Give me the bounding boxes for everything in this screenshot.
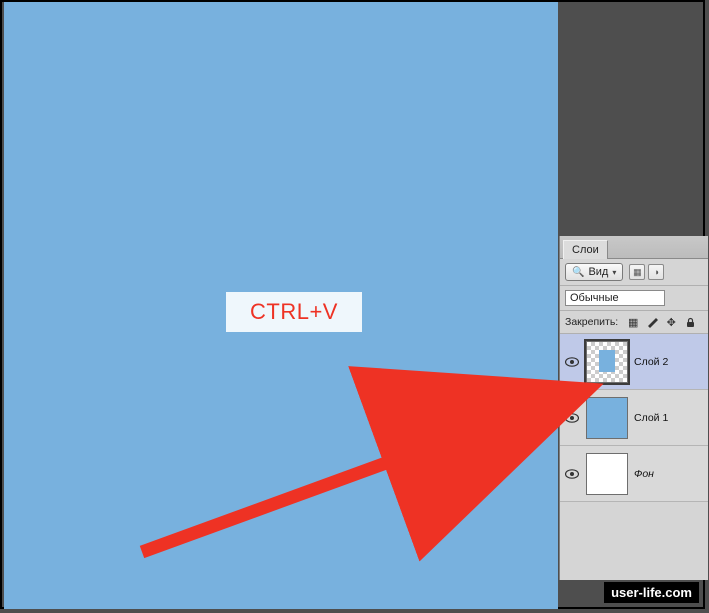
layer-item-background[interactable]: Фон (560, 446, 708, 502)
lock-transparency-icon[interactable]: ▦ (626, 315, 640, 329)
panel-tab-bar: Слои (560, 236, 708, 259)
visibility-toggle-icon[interactable] (564, 354, 580, 370)
layer-thumbnail[interactable] (586, 453, 628, 495)
blend-mode-select[interactable]: Обычные (565, 290, 665, 306)
blend-mode-value: Обычные (570, 292, 619, 304)
layer-filter-label: Вид (588, 266, 608, 278)
layers-panel: Слои 🔍 Вид ▾ ▦ ◑ Обычные Закрепить: ▦ (559, 236, 708, 580)
layer-filter-icons: ▦ ◑ (629, 264, 664, 280)
shortcut-hint-label: CTRL+V (250, 299, 338, 325)
lock-pixels-icon[interactable] (645, 315, 659, 329)
lock-all-icon[interactable] (683, 315, 697, 329)
layer-filter-row: 🔍 Вид ▾ ▦ ◑ (560, 259, 708, 286)
layer-thumbnail[interactable] (586, 397, 628, 439)
filter-pixel-icon[interactable]: ▦ (629, 264, 645, 280)
layer-name-label[interactable]: Слой 1 (634, 412, 668, 424)
layer-item-1[interactable]: Слой 1 (560, 390, 708, 446)
app-frame: CTRL+V Слои 🔍 Вид ▾ ▦ ◑ Обычные Закрепит… (0, 0, 705, 609)
layer-name-label[interactable]: Слой 2 (634, 356, 668, 368)
chevron-down-icon: ▾ (612, 268, 616, 277)
visibility-toggle-icon[interactable] (564, 466, 580, 482)
lock-position-icon[interactable]: ✥ (664, 315, 678, 329)
shortcut-hint: CTRL+V (226, 292, 362, 332)
watermark: user-life.com (604, 582, 699, 603)
document-canvas[interactable]: CTRL+V (4, 2, 558, 609)
layer-thumbnail[interactable] (586, 341, 628, 383)
layer-item-2[interactable]: Слой 2 (560, 334, 708, 390)
layer-name-label[interactable]: Фон (634, 468, 654, 480)
tab-layers[interactable]: Слои (563, 240, 608, 259)
search-icon: 🔍 (572, 267, 584, 278)
lock-label: Закрепить: (565, 316, 618, 328)
layer-list: Слой 2 Слой 1 Фон (560, 334, 708, 502)
blend-mode-row: Обычные (560, 286, 708, 311)
filter-adjust-icon[interactable]: ◑ (648, 264, 664, 280)
layer-filter-button[interactable]: 🔍 Вид ▾ (565, 263, 623, 281)
layer-lock-row: Закрепить: ▦ ✥ (560, 311, 708, 334)
visibility-toggle-icon[interactable] (564, 410, 580, 426)
